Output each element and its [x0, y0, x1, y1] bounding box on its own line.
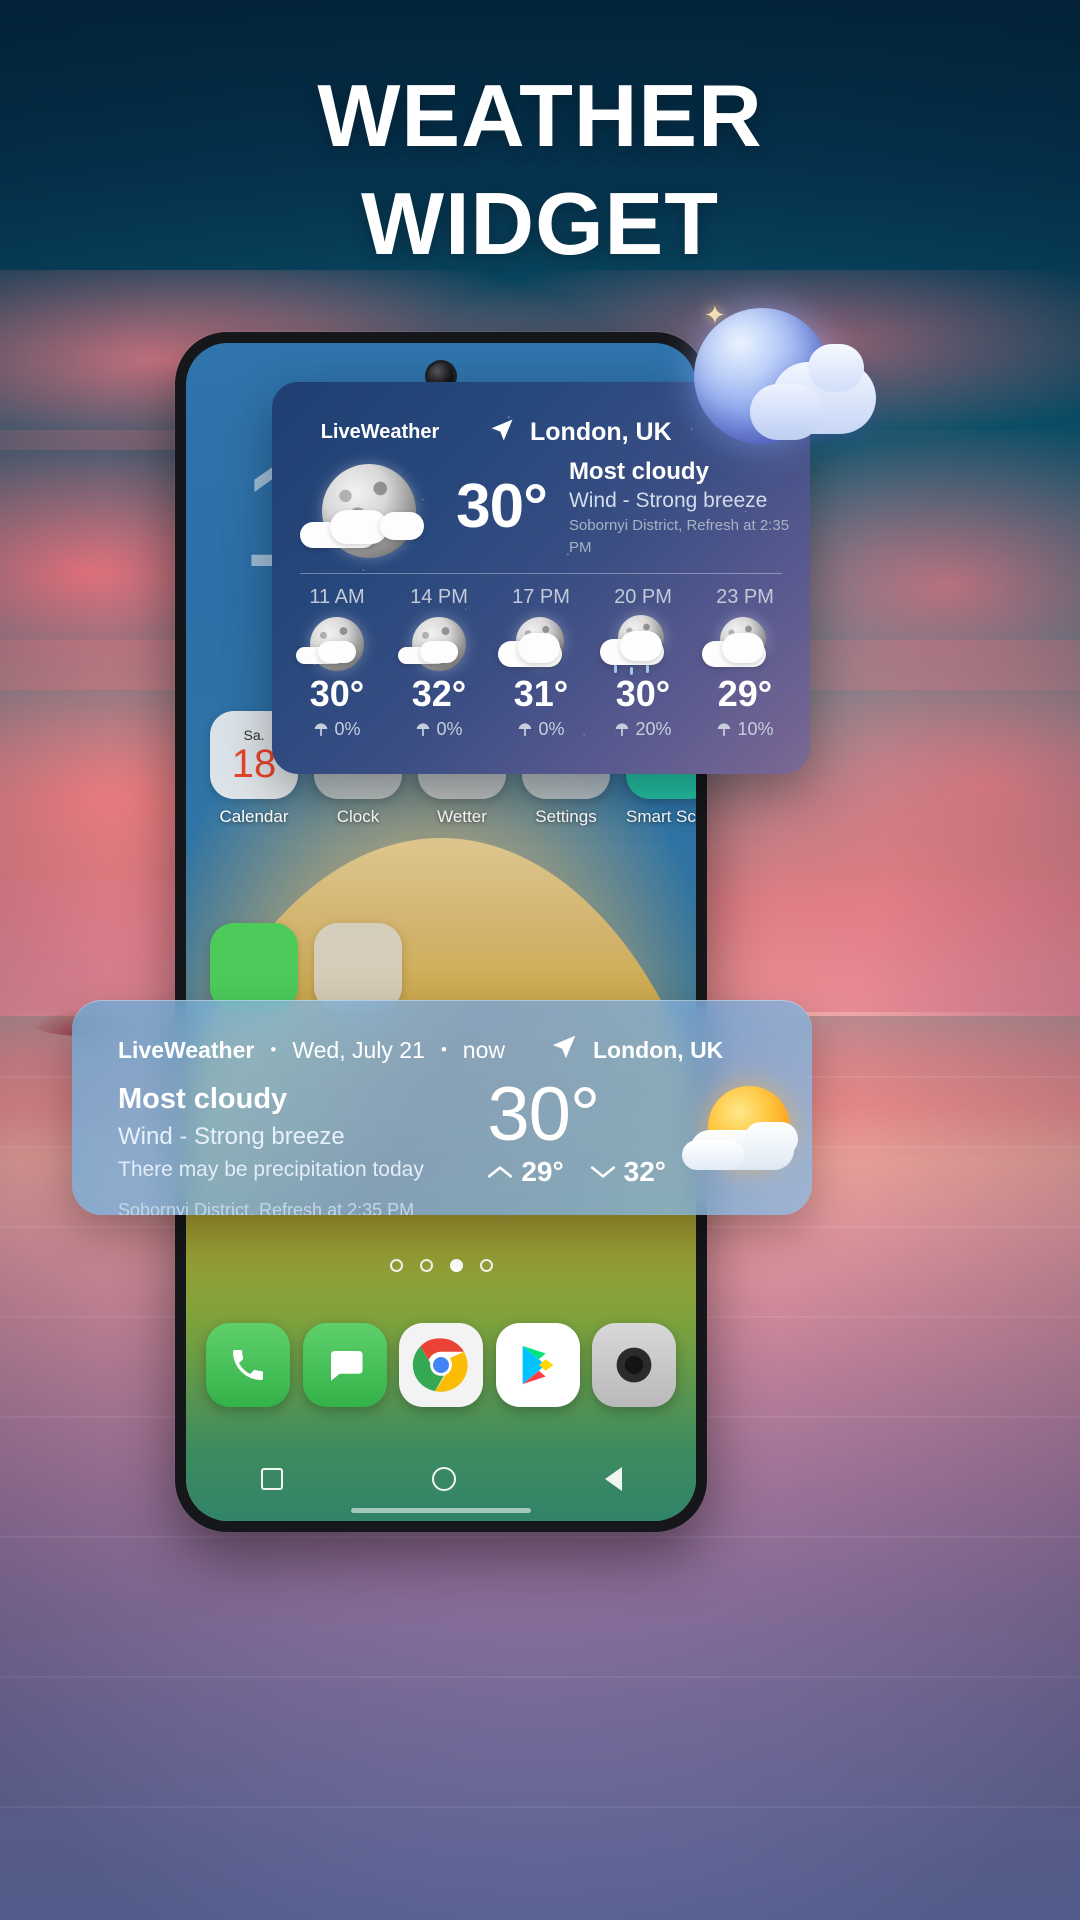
rain-icon [592, 609, 694, 675]
compact-low: 29° [487, 1156, 564, 1188]
camera-icon[interactable] [592, 1323, 676, 1407]
page-indicator[interactable] [186, 1259, 696, 1272]
umbrella-icon [417, 722, 430, 736]
location-arrow-icon [549, 1032, 579, 1068]
compact-high: 32° [590, 1156, 666, 1188]
page-dot-active[interactable] [449, 1259, 463, 1272]
compact-refresh: Sobornyi District, Refresh at 2:35 PM [118, 1200, 415, 1215]
sun-cloud-icon [682, 1082, 812, 1178]
compact-widget-body: Most cloudy Wind - Strong breeze There m… [72, 1068, 812, 1215]
hourly-time: 11 AM [309, 586, 365, 608]
moon-cloudy-icon [388, 609, 490, 671]
navigation-bar [186, 1467, 696, 1491]
compact-hi-lo: 29° 32° [487, 1156, 666, 1188]
app-label: Smart Scan [626, 807, 696, 826]
play-store-icon[interactable] [495, 1323, 580, 1407]
hourly-time: 23 PM [716, 586, 774, 608]
hourly-time: 14 PM [410, 586, 468, 608]
dock [206, 1323, 676, 1407]
compact-condition: Most cloudy [118, 1083, 288, 1115]
hourly-item[interactable]: 11 AM 30° 0% [286, 586, 388, 740]
widget-brand: LiveWeather [320, 421, 440, 443]
message-icon[interactable] [302, 1323, 387, 1407]
compact-wind: Wind - Strong breeze [118, 1123, 345, 1150]
hourly-temp: 30° [309, 673, 365, 714]
hourly-precip: 20% [592, 719, 694, 740]
widget-refresh: Sobornyi District, Refresh at 2:35 PM [568, 517, 790, 556]
title-line-2: WIDGET [361, 174, 719, 273]
widget-wind: Wind - Strong breeze [568, 489, 768, 512]
umbrella-icon [718, 722, 731, 736]
hourly-temp: 30° [615, 673, 671, 714]
hourly-item[interactable]: 23 PM 29° 10% [694, 586, 796, 740]
cloudy-icon [490, 609, 592, 671]
poster-title: WEATHER WIDGET [0, 62, 1080, 278]
calendar-weekday: Sa. [243, 727, 265, 743]
umbrella-icon [519, 722, 532, 736]
page-dot[interactable] [479, 1259, 493, 1272]
hourly-temp: 29° [717, 673, 773, 714]
hourly-precip: 0% [388, 719, 490, 740]
hourly-item[interactable]: 14 PM 32° 0% [388, 586, 490, 740]
hourly-item[interactable]: 20 PM 30° 20% [592, 586, 694, 740]
compact-city: London, UK [593, 1036, 724, 1063]
cloudy-icon [694, 609, 796, 671]
hourly-temp: 31° [513, 673, 569, 714]
title-line-1: WEATHER [317, 66, 763, 165]
widget-temperature: 30° [456, 471, 548, 541]
compact-now-label: now [462, 1036, 505, 1063]
widget-city: London, UK [530, 418, 672, 446]
compact-precip-note: There may be precipitation today [118, 1158, 424, 1181]
chrome-icon[interactable] [399, 1323, 483, 1407]
app-label: Clock [336, 807, 380, 826]
oppo-appstore-icon[interactable] [210, 923, 298, 1011]
back-triangle-icon[interactable] [604, 1467, 622, 1491]
weather-widget-compact[interactable]: LiveWeather • Wed, July 21 • now London,… [72, 1000, 812, 1215]
header-separator: • [440, 1040, 447, 1059]
app-label: Settings [535, 807, 597, 826]
home-indicator [351, 1508, 531, 1513]
umbrella-icon [315, 722, 328, 736]
phone-icon[interactable] [206, 1323, 290, 1407]
art-cloud-2 [750, 384, 822, 440]
compact-location: London, UK [549, 1032, 723, 1068]
compact-widget-header: LiveWeather • Wed, July 21 • now London,… [72, 1000, 812, 1068]
hourly-precip: 0% [286, 719, 388, 740]
compact-text-block: Most cloudy Wind - Strong breeze There m… [118, 1078, 473, 1215]
hourly-item[interactable]: 17 PM 31° 0% [490, 586, 592, 740]
tools-folder-icon[interactable] [314, 923, 402, 1011]
page-dot[interactable] [389, 1259, 403, 1272]
home-circle-icon[interactable] [431, 1467, 456, 1491]
hourly-time: 17 PM [512, 586, 570, 608]
widget-divider [300, 573, 782, 574]
header-separator: • [270, 1040, 277, 1059]
location-arrow-icon [488, 416, 516, 449]
art-cloud-3 [808, 344, 864, 392]
hourly-precip: 0% [490, 719, 592, 740]
hourly-time: 20 PM [614, 586, 672, 608]
moon-cloudy-icon [294, 454, 456, 558]
umbrella-icon [616, 722, 629, 736]
app-label: Calendar [219, 807, 289, 826]
calendar-day: 18 [231, 742, 277, 786]
compact-date: Wed, July 21 [292, 1036, 425, 1063]
chevron-up-icon [488, 1166, 513, 1178]
moon-cloudy-icon [286, 609, 388, 671]
3d-cloud-moon-art: ✦ [668, 300, 884, 472]
compact-brand: LiveWeather [118, 1036, 255, 1063]
app-label: Wetter [437, 807, 487, 826]
compact-temp-block: 30° 29° 32° [487, 1072, 812, 1188]
page-dot[interactable] [419, 1259, 433, 1272]
hourly-temp: 32° [411, 673, 467, 714]
hourly-precip: 10% [694, 719, 796, 740]
widget-description: Most cloudy Wind - Strong breeze Soborny… [569, 457, 810, 559]
compact-temperature: 30° [487, 1072, 600, 1157]
chevron-down-icon [590, 1166, 615, 1178]
hourly-forecast: 11 AM 30° 0% 14 PM 32° 0% 17 PM 31° 0% 2… [272, 586, 810, 740]
recents-square-icon[interactable] [260, 1468, 283, 1490]
